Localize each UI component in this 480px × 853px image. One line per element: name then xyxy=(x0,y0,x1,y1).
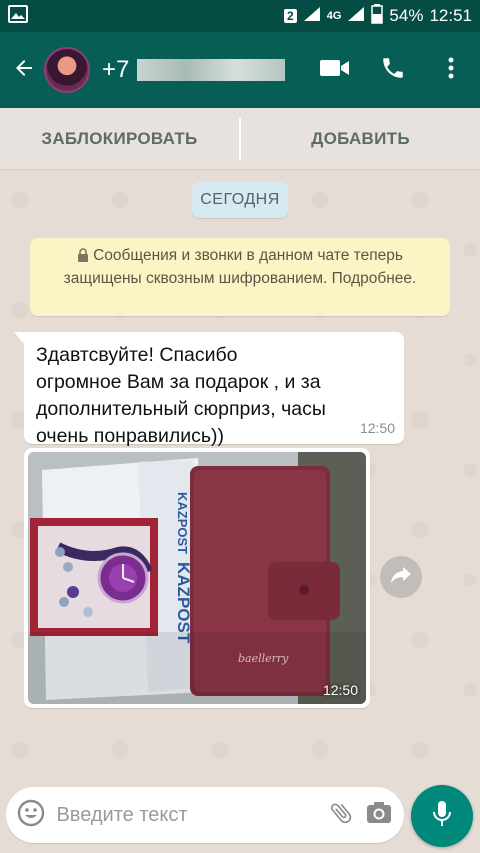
photo-image: KAZPOST KAZPOST baelle xyxy=(28,452,366,704)
paperclip-icon xyxy=(328,800,354,831)
message-input[interactable] xyxy=(56,803,322,827)
video-call-icon xyxy=(320,58,350,83)
contact-title[interactable]: +7 xyxy=(102,56,286,84)
message-text: Здавтсвуйте! Спасибо огромное Вам за под… xyxy=(36,344,326,447)
status-bar: 2 4G 54% 12:51 xyxy=(0,0,480,32)
emoji-button[interactable] xyxy=(6,787,56,843)
composer-bar xyxy=(0,783,480,853)
voice-message-button[interactable] xyxy=(411,785,473,847)
composer xyxy=(6,787,404,843)
contact-number: +7 xyxy=(102,56,130,83)
incoming-photo-message[interactable]: KAZPOST KAZPOST baelle xyxy=(24,448,370,708)
chat-area[interactable]: СЕГОДНЯ Сообщения и звонки в данном чате… xyxy=(0,170,480,783)
back-button[interactable] xyxy=(4,32,44,108)
microphone-icon xyxy=(432,800,452,833)
network-type: 4G xyxy=(326,10,342,22)
encryption-notice[interactable]: Сообщения и звонки в данном чате теперь … xyxy=(30,238,450,316)
back-arrow-icon xyxy=(12,56,36,85)
video-call-button[interactable] xyxy=(306,32,364,108)
avatar[interactable] xyxy=(44,47,90,93)
more-options-button[interactable] xyxy=(422,32,480,108)
package-label-text: KAZPOST xyxy=(175,492,190,554)
gallery-notification-icon xyxy=(8,4,28,28)
attach-button[interactable] xyxy=(321,787,359,843)
add-contact-button[interactable]: ДОБАВИТЬ xyxy=(241,129,480,149)
voice-call-button[interactable] xyxy=(364,32,422,108)
battery-percent: 54% xyxy=(389,6,424,25)
encryption-notice-text: Сообщения и звонки в данном чате теперь … xyxy=(63,247,417,287)
camera-button[interactable] xyxy=(360,787,398,843)
message-time: 12:50 xyxy=(359,420,395,436)
forward-icon xyxy=(391,566,411,589)
sim-slot-badge: 2 xyxy=(284,9,297,23)
date-separator: СЕГОДНЯ xyxy=(192,182,288,218)
signal-icon xyxy=(303,6,321,27)
chat-header: +7 xyxy=(0,32,480,108)
contact-action-bar: ЗАБЛОКИРОВАТЬ ДОБАВИТЬ xyxy=(0,108,480,170)
photo-time: 12:50 xyxy=(322,682,358,698)
signal-icon-2 xyxy=(347,6,365,27)
battery-icon xyxy=(371,3,384,29)
incoming-message[interactable]: Здавтсвуйте! Спасибо огромное Вам за под… xyxy=(14,332,404,447)
photo-thumbnail[interactable]: KAZPOST KAZPOST baelle xyxy=(28,452,366,704)
clock: 12:51 xyxy=(429,6,472,25)
emoji-icon xyxy=(17,799,45,832)
block-button[interactable]: ЗАБЛОКИРОВАТЬ xyxy=(0,129,239,149)
forward-button[interactable] xyxy=(380,556,422,598)
camera-icon xyxy=(366,801,392,830)
phone-icon xyxy=(380,55,406,86)
more-vert-icon xyxy=(447,56,455,85)
lock-icon xyxy=(77,247,89,268)
redacted-number xyxy=(137,59,286,81)
